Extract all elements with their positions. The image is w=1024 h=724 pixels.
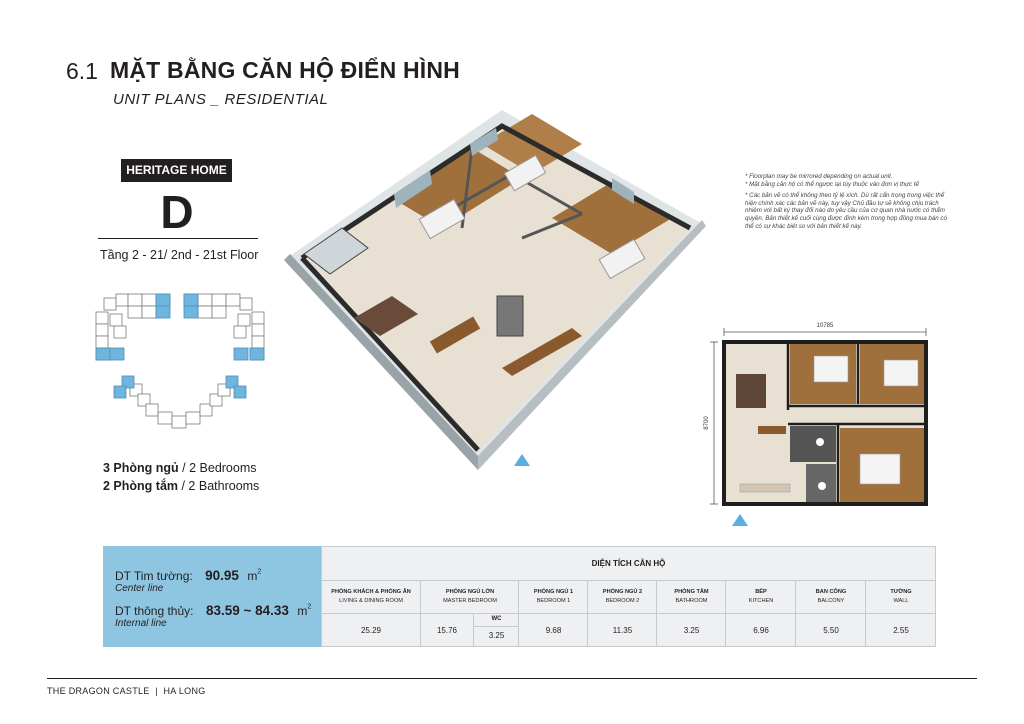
col-value: 5.50: [823, 626, 839, 635]
col-value: 25.29: [360, 626, 382, 635]
col-value: 15.76: [436, 626, 458, 635]
bathroom-count: 2 Phòng tắm / 2 Bathrooms: [103, 479, 260, 493]
bedroom-count: 3 Phòng ngủ / 2 Bedrooms: [103, 461, 257, 475]
gross-area-label: DT Tim tường:: [115, 569, 193, 583]
col-value: 6.96: [753, 626, 769, 635]
disclaimer-notes: * Floorplan may be mirrored depending on…: [745, 173, 955, 234]
wc-value: 3.25: [488, 631, 505, 640]
table-col-living: PHÒNG KHÁCH & PHÒNG ĂN LIVING & DINING R…: [322, 580, 420, 646]
2d-floor-plan: 10785 8700: [704, 323, 928, 526]
col-value: 3.25: [683, 626, 700, 635]
col-header-vn: TƯỜNG: [890, 589, 912, 595]
col-header-vn: PHÒNG KHÁCH & PHÒNG ĂN: [331, 589, 411, 595]
col-value: 11.35: [612, 626, 633, 635]
table-col-bedroom2: PHÒNG NGỦ 2 BEDROOM 2 11.35: [587, 580, 657, 646]
gross-area-unit: m: [247, 569, 258, 583]
table-col-master: PHÒNG NGỦ LỚN MASTER BEDROOM 15.76 WC 3.…: [420, 580, 519, 646]
col-header-vn: PHÒNG NGỦ LỚN: [445, 589, 495, 595]
table-col-kitchen: BẾP KITCHEN 6.96: [725, 580, 796, 646]
net-area-unit: m: [297, 604, 308, 618]
table-col-bedroom1: PHÒNG NGỦ 1 BEDROOM 1 9.68: [518, 580, 588, 646]
note-line: * Các bản vẽ có thể không theo tỷ lệ xíc…: [745, 192, 947, 230]
page-subtitle: UNIT PLANS _ RESIDENTIAL: [113, 91, 329, 108]
gross-area-sub: Center line: [115, 583, 164, 594]
wc-subcell: WC 3.25: [473, 613, 519, 646]
col-header-en: LIVING & DINING ROOM: [339, 598, 403, 604]
table-col-wall: TƯỜNG WALL 2.55: [865, 580, 936, 646]
note-line: * Floorplan may be mirrored depending on…: [745, 173, 919, 188]
plan-height-dim: 8700: [704, 416, 710, 430]
divider: [98, 238, 258, 239]
footer-text: THE DRAGON CASTLE | HA LONG: [47, 686, 206, 696]
footer-divider: [47, 678, 977, 679]
unit-letter: D: [160, 186, 194, 238]
floor-range: Tầng 2 - 21/ 2nd - 21st Floor: [100, 248, 259, 262]
net-area-label: DT thông thủy:: [115, 604, 194, 618]
col-header-en: WALL: [893, 598, 909, 604]
net-area-sub: Internal line: [115, 618, 167, 629]
wc-label: WC: [491, 616, 502, 622]
area-unit-exponent: 2: [307, 603, 312, 611]
building-key-plan: [95, 293, 265, 429]
net-area-value: 83.59 ~ 84.33: [205, 603, 289, 618]
plan-width-dim: 10785: [817, 323, 834, 329]
col-header-en: BATHROOM: [675, 598, 708, 604]
gross-area-value: 90.95: [205, 568, 239, 583]
col-header-en: KITCHEN: [748, 598, 774, 604]
table-title: DIỆN TÍCH CĂN HỘ: [591, 559, 666, 568]
area-summary: DT Tim tường: 90.95 m2 Center line DT th…: [103, 546, 321, 647]
col-header-en: BALCONY: [817, 598, 845, 604]
area-unit-exponent: 2: [257, 568, 262, 576]
section-number: 6.1: [66, 58, 98, 84]
col-value: 9.68: [545, 626, 562, 635]
col-header-vn: PHÒNG TẮM: [674, 589, 709, 595]
area-table: DIỆN TÍCH CĂN HỘ PHÒNG KHÁCH & PHÒNG ĂN …: [321, 546, 936, 647]
isometric-floor-plan: [284, 110, 706, 470]
col-header-vn: BẾP: [755, 589, 767, 595]
col-header-en: BEDROOM 1: [536, 598, 571, 604]
page-title: MẶT BẰNG CĂN HỘ ĐIỂN HÌNH: [110, 57, 460, 83]
col-header-en: BEDROOM 2: [605, 598, 640, 604]
col-header-vn: PHÒNG NGỦ 2: [602, 589, 643, 595]
table-col-balcony: BAN CÔNG BALCONY 5.50: [795, 580, 866, 646]
col-header-vn: BAN CÔNG: [815, 589, 847, 595]
table-col-bathroom: PHÒNG TẮM BATHROOM 3.25: [656, 580, 726, 646]
col-value: 2.55: [893, 626, 909, 635]
unit-type-badge: HERITAGE HOME: [121, 159, 232, 182]
col-header-vn: PHÒNG NGỦ 1: [533, 589, 574, 595]
col-header-en: MASTER BEDROOM: [443, 598, 497, 604]
